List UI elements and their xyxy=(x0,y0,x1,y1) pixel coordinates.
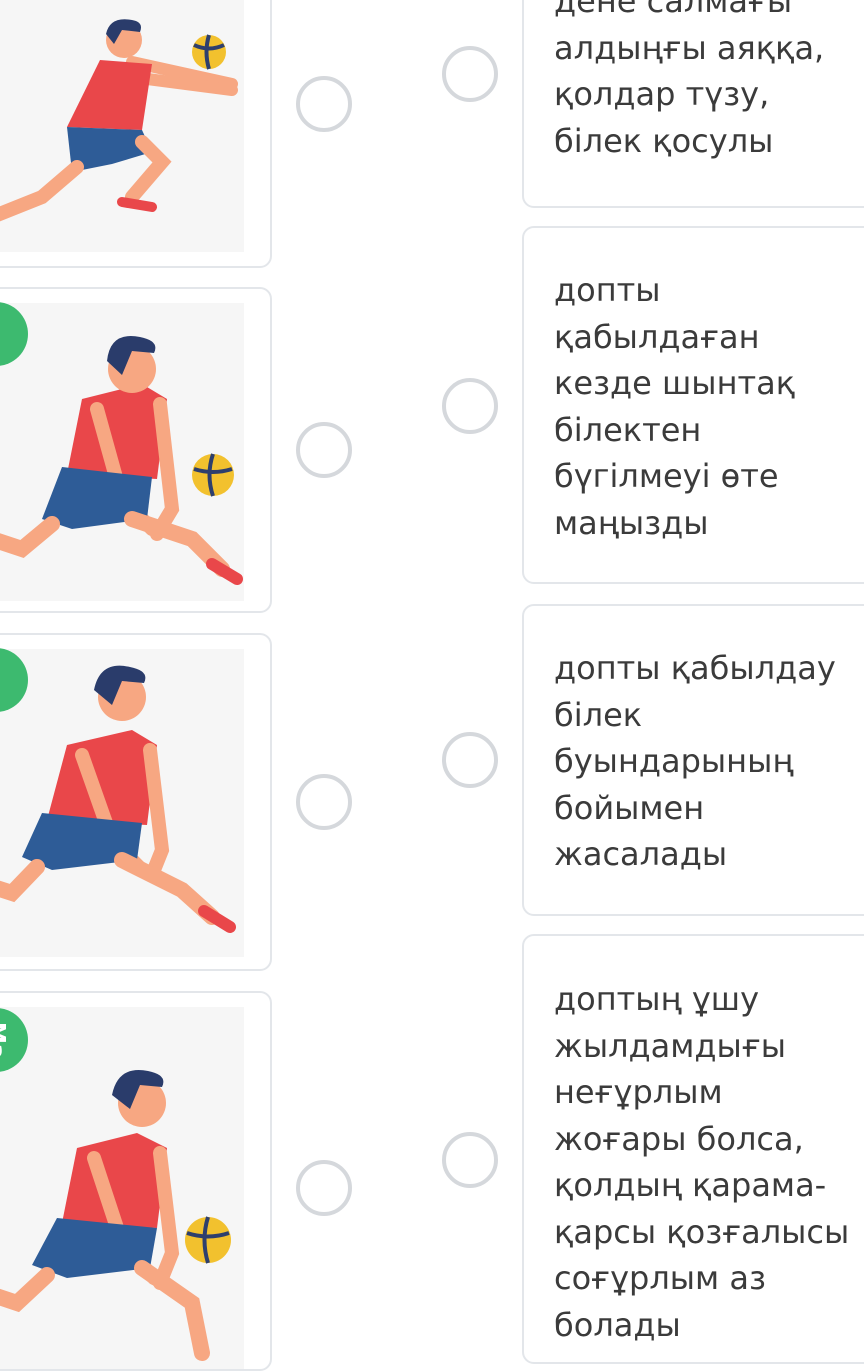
image-option-4[interactable] xyxy=(0,991,272,1371)
volleyball-player-icon xyxy=(0,19,238,222)
image-3-connector[interactable] xyxy=(296,774,352,830)
answer-1-connector[interactable] xyxy=(442,46,498,102)
answer-2-connector[interactable] xyxy=(442,378,498,434)
answer-option-3[interactable]: допты қабылдау білек буындарының бойымен… xyxy=(522,604,864,916)
answer-3-connector[interactable] xyxy=(442,732,498,788)
image-4-connector[interactable] xyxy=(296,1160,352,1216)
image-option-1[interactable] xyxy=(0,0,272,268)
image-1-connector[interactable] xyxy=(296,76,352,132)
image-option-3[interactable] xyxy=(0,633,272,971)
answer-option-4-text: доптың ұшу жылдамдығы неғұрлым жоғары бо… xyxy=(554,980,850,1344)
answer-option-2[interactable]: допты қабылдаған кезде шынтақ білектен б… xyxy=(522,226,864,584)
answer-option-4[interactable]: доптың ұшу жылдамдығы неғұрлым жоғары бо… xyxy=(522,934,864,1364)
answer-option-1-text: дене салмағы алдыңғы аяққа, қолдар түзу,… xyxy=(554,0,825,160)
volleyball-player-icon xyxy=(0,1070,231,1361)
answer-option-2-text: допты қабылдаған кезде шынтақ білектен б… xyxy=(554,271,796,542)
image-option-2[interactable] xyxy=(0,287,272,613)
volleyball-player-icon xyxy=(0,665,236,933)
image-2-connector[interactable] xyxy=(296,422,352,478)
answer-4-connector[interactable] xyxy=(442,1132,498,1188)
answer-option-1[interactable]: дене салмағы алдыңғы аяққа, қолдар түзу,… xyxy=(522,0,864,208)
volleyball-player-icon xyxy=(0,336,243,585)
answer-option-3-text: допты қабылдау білек буындарының бойымен… xyxy=(554,649,836,873)
